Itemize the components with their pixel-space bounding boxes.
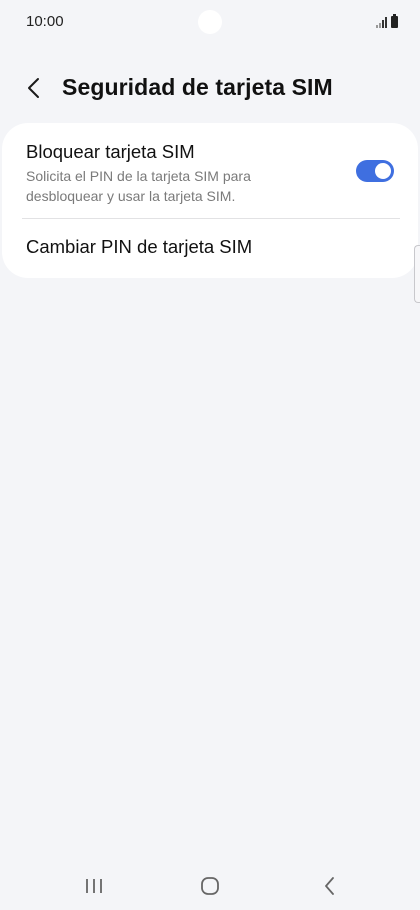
signal-icon: [376, 16, 387, 28]
status-time: 10:00: [26, 13, 64, 30]
recent-apps-button[interactable]: [74, 874, 114, 898]
back-button[interactable]: [20, 74, 48, 102]
phone-screen: 10:00 Seguridad de tarjeta SIM Bloquear …: [0, 0, 420, 910]
page-title: Seguridad de tarjeta SIM: [62, 74, 333, 100]
settings-card: Bloquear tarjeta SIM Solicita el PIN de …: [2, 123, 418, 278]
change-pin-title: Cambiar PIN de tarjeta SIM: [26, 236, 253, 257]
toggle-knob: [375, 163, 391, 179]
navigation-bar: [0, 862, 420, 910]
battery-icon: [391, 14, 398, 28]
back-arrow-icon: [28, 78, 39, 98]
header: Seguridad de tarjeta SIM: [0, 66, 420, 110]
back-icon: [325, 877, 334, 895]
lock-sim-row[interactable]: Bloquear tarjeta SIM Solicita el PIN de …: [2, 123, 418, 218]
front-camera: [198, 10, 222, 34]
status-bar: 10:00: [0, 0, 420, 44]
recent-apps-icon: [86, 879, 102, 893]
lock-sim-title: Bloquear tarjeta SIM: [26, 141, 195, 162]
lock-sim-subtitle: Solicita el PIN de la tarjeta SIM para d…: [26, 168, 251, 204]
change-pin-row[interactable]: Cambiar PIN de tarjeta SIM: [2, 219, 418, 278]
status-icons: [376, 14, 398, 28]
lock-sim-toggle[interactable]: [356, 160, 394, 182]
home-button[interactable]: [190, 874, 230, 898]
nav-back-button[interactable]: [310, 874, 350, 898]
home-icon: [201, 877, 219, 895]
scrollbar[interactable]: [414, 245, 420, 303]
